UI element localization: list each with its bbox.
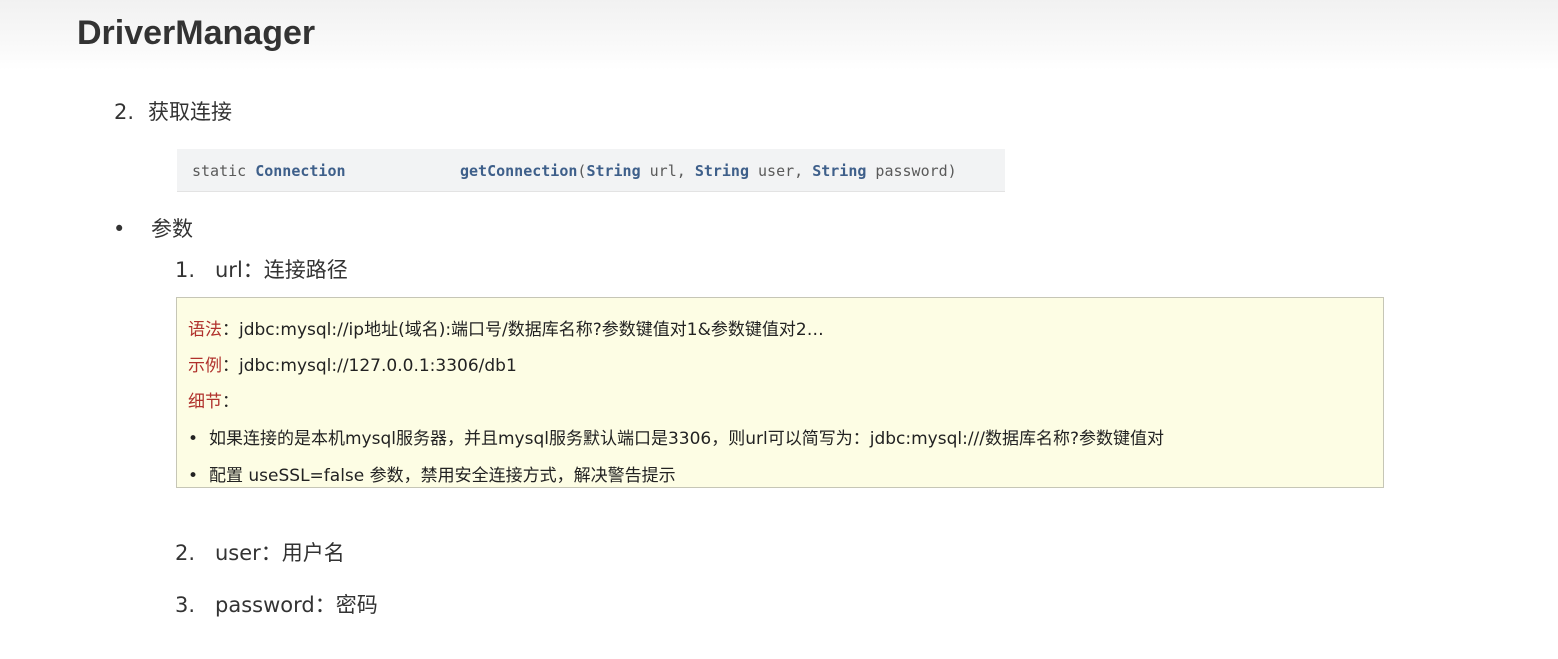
url-note-box: 语法：jdbc:mysql://ip地址(域名):端口号/数据库名称?参数键值对… <box>176 297 1384 488</box>
param-item-number: 3. <box>175 593 196 617</box>
note-detail-item-2: • 配置 useSSL=false 参数，禁用安全连接方式，解决警告提示 <box>188 461 676 486</box>
method-signature: getConnection(String url, String user, S… <box>460 162 957 180</box>
param-2-name: user, <box>749 162 813 180</box>
param-2-type: String <box>694 162 749 180</box>
param-item-label: password：密码 <box>215 593 378 617</box>
method-return-type: Connection <box>255 162 346 180</box>
params-label: 参数 <box>151 217 193 241</box>
detail-text: 配置 useSSL=false 参数，禁用安全连接方式，解决警告提示 <box>209 466 676 486</box>
param-1-type: String <box>586 162 641 180</box>
detail-text: 如果连接的是本机mysql服务器，并且mysql服务默认端口是3306，则url… <box>209 429 1165 449</box>
param-item-label: user：用户名 <box>215 541 345 565</box>
params-heading: • 参数 <box>113 213 193 243</box>
detail-bullet: • <box>188 429 199 449</box>
note-details-line: 细节： <box>188 387 239 412</box>
details-colon: ： <box>222 392 239 412</box>
step-number: 2. <box>114 100 135 124</box>
method-modifier: static <box>192 162 247 180</box>
method-modifier-return: static Connection <box>192 162 346 180</box>
method-signature-box: static Connection getConnection(String u… <box>177 149 1005 192</box>
detail-bullet: • <box>188 466 199 486</box>
bullet-dot: • <box>113 217 126 241</box>
param-item-user: 2. user：用户名 <box>175 537 345 567</box>
page-title: DriverManager <box>77 14 316 52</box>
param-item-password: 3. password：密码 <box>175 589 378 619</box>
syntax-text: ：jdbc:mysql://ip地址(域名):端口号/数据库名称?参数键值对1&… <box>222 320 824 340</box>
note-detail-item-1: • 如果连接的是本机mysql服务器，并且mysql服务默认端口是3306，则ur… <box>188 424 1164 449</box>
step-label: 获取连接 <box>148 100 232 124</box>
syntax-label: 语法 <box>188 320 222 340</box>
step-get-connection: 2. 获取连接 <box>114 96 232 126</box>
example-text: ：jdbc:mysql://127.0.0.1:3306/db1 <box>222 356 517 376</box>
details-label: 细节 <box>188 392 222 412</box>
param-3-type: String <box>812 162 867 180</box>
note-example-line: 示例：jdbc:mysql://127.0.0.1:3306/db1 <box>188 351 517 376</box>
note-syntax-line: 语法：jdbc:mysql://ip地址(域名):端口号/数据库名称?参数键值对… <box>188 315 824 340</box>
param-item-number: 1. <box>175 258 196 282</box>
method-name: getConnection <box>460 162 578 180</box>
example-label: 示例 <box>188 356 222 376</box>
param-item-label: url：连接路径 <box>215 258 348 282</box>
param-3-name: password) <box>866 162 957 180</box>
param-item-number: 2. <box>175 541 196 565</box>
param-item-url: 1. url：连接路径 <box>175 254 348 284</box>
param-1-name: url, <box>640 162 695 180</box>
